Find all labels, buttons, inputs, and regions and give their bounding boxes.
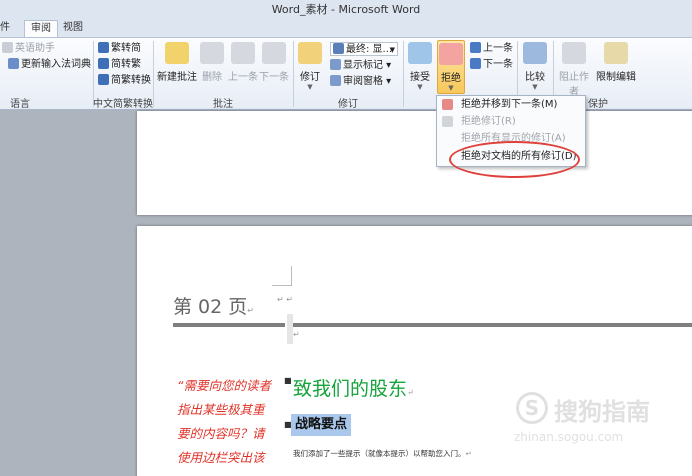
next-comment-icon bbox=[262, 42, 286, 64]
column-gutter bbox=[287, 314, 293, 344]
group-label-protect: 保护 bbox=[588, 99, 608, 110]
tab-view[interactable]: 视图 bbox=[57, 20, 89, 37]
document-heading: 致我们的股东↵ bbox=[293, 378, 414, 400]
window-title: Word_素材 - Microsoft Word bbox=[0, 0, 692, 20]
chevron-down-icon: ▼ bbox=[389, 46, 395, 54]
dropdown-arrow-icon: ▼ bbox=[307, 83, 313, 91]
paragraph-mark-icon: ↵ bbox=[293, 330, 300, 339]
show-markup-button[interactable]: 显示标记 ▾ bbox=[330, 59, 391, 73]
next-comment-button[interactable]: 下一条 bbox=[259, 42, 289, 83]
trad-to-simp-button[interactable]: 繁转简 bbox=[98, 42, 141, 56]
compare-icon bbox=[523, 42, 547, 64]
delete-comment-icon bbox=[200, 42, 224, 64]
watermark: S 搜狗指南 zhinan.sogou.com bbox=[510, 390, 680, 450]
trad-to-simp-icon bbox=[98, 42, 109, 53]
tab-file[interactable]: 件 bbox=[0, 20, 16, 37]
previous-change-icon bbox=[470, 42, 481, 53]
paragraph-mark-icon: ↵ ↵ bbox=[277, 295, 293, 304]
paragraph-mark-icon: ↵ bbox=[247, 306, 254, 315]
ribbon: 英语助手 更新输入法词典 语言 繁转简 简转繁 简繁转换 中文简繁转换 新建批注… bbox=[0, 37, 692, 110]
dictionary-icon bbox=[8, 58, 19, 69]
paragraph-mark-icon: ↵ bbox=[407, 388, 414, 397]
markup-display-icon bbox=[333, 43, 344, 54]
track-changes-icon bbox=[298, 42, 322, 64]
watermark-url: zhinan.sogou.com bbox=[514, 430, 624, 444]
header-rule-right bbox=[293, 323, 692, 327]
watermark-brand: 搜狗指南 bbox=[554, 398, 650, 426]
group-label-tracking: 修订 bbox=[338, 99, 358, 110]
review-pane-icon bbox=[330, 75, 341, 86]
block-authors-icon bbox=[562, 42, 586, 64]
group-label-chinese-conversion: 中文简繁转换 bbox=[93, 99, 153, 110]
ribbon-tabs: 件 审阅 视图 bbox=[0, 20, 692, 37]
group-label-language: 语言 bbox=[10, 99, 30, 110]
menu-item-reject-and-move-next[interactable]: 拒绝并移到下一条(M) bbox=[461, 97, 557, 113]
page-label: 第 02 页↵ bbox=[173, 296, 254, 318]
reject-icon bbox=[439, 43, 463, 65]
accept-icon bbox=[408, 42, 432, 64]
display-for-review-select[interactable]: 最终: 显... ▼ bbox=[330, 42, 398, 56]
restrict-editing-button[interactable]: 限制编辑 bbox=[596, 42, 636, 83]
sidebar-quote: “需要向您的读者 指出某些极其重 要的内容吗？请 使用边栏突出该 bbox=[177, 378, 271, 465]
next-change-button[interactable]: 下一条 bbox=[470, 58, 513, 72]
new-comment-button[interactable]: 新建批注 bbox=[157, 42, 197, 83]
dropdown-arrow-icon: ▼ bbox=[532, 83, 538, 91]
document-page-1[interactable] bbox=[137, 111, 692, 215]
simp-trad-convert-button[interactable]: 简繁转换 bbox=[98, 74, 151, 88]
english-assistant-button[interactable]: 英语助手 bbox=[2, 42, 55, 56]
annotation-circle bbox=[449, 141, 580, 178]
document-subheading: 战略要点 bbox=[291, 414, 352, 436]
paragraph-mark-icon: ↵ bbox=[465, 449, 472, 458]
reject-change-icon bbox=[442, 116, 453, 127]
accept-button[interactable]: 接受 ▼ bbox=[407, 42, 433, 91]
new-comment-icon bbox=[165, 42, 189, 64]
dropdown-arrow-icon: ▼ bbox=[448, 84, 454, 92]
restrict-editing-icon bbox=[604, 42, 628, 64]
delete-comment-button[interactable]: 删除 bbox=[199, 42, 225, 83]
group-divider bbox=[403, 41, 404, 107]
show-markup-icon bbox=[330, 59, 341, 70]
previous-comment-button[interactable]: 上一条 bbox=[228, 42, 258, 83]
margin-corner-mark bbox=[272, 266, 292, 286]
group-label-comments: 批注 bbox=[213, 99, 233, 110]
update-ime-dictionary-button[interactable]: 更新输入法词典 bbox=[8, 58, 91, 72]
compare-button[interactable]: 比较 ▼ bbox=[521, 42, 549, 91]
sogou-logo-icon: S bbox=[516, 392, 548, 424]
next-change-icon bbox=[470, 58, 481, 69]
header-rule-left bbox=[173, 323, 285, 327]
menu-item-reject-change[interactable]: 拒绝修订(R) bbox=[461, 114, 516, 130]
review-pane-button[interactable]: 审阅窗格 ▾ bbox=[330, 75, 391, 89]
simp-to-trad-button[interactable]: 简转繁 bbox=[98, 58, 141, 72]
track-changes-button[interactable]: 修订 ▼ bbox=[297, 42, 323, 91]
convert-icon bbox=[98, 74, 109, 85]
previous-change-button[interactable]: 上一条 bbox=[470, 42, 513, 56]
previous-comment-icon bbox=[231, 42, 255, 64]
bullet-mark: ■ bbox=[284, 376, 292, 385]
translate-icon bbox=[2, 42, 13, 53]
reject-and-move-icon bbox=[442, 99, 453, 110]
tab-review[interactable]: 审阅 bbox=[24, 20, 58, 37]
simp-to-trad-icon bbox=[98, 58, 109, 69]
dropdown-arrow-icon: ▼ bbox=[417, 83, 423, 91]
reject-button[interactable]: 拒绝 ▼ bbox=[437, 40, 465, 94]
document-body-text: 我们添加了一些提示（就像本提示）以帮助您入门。↵ bbox=[293, 449, 472, 458]
